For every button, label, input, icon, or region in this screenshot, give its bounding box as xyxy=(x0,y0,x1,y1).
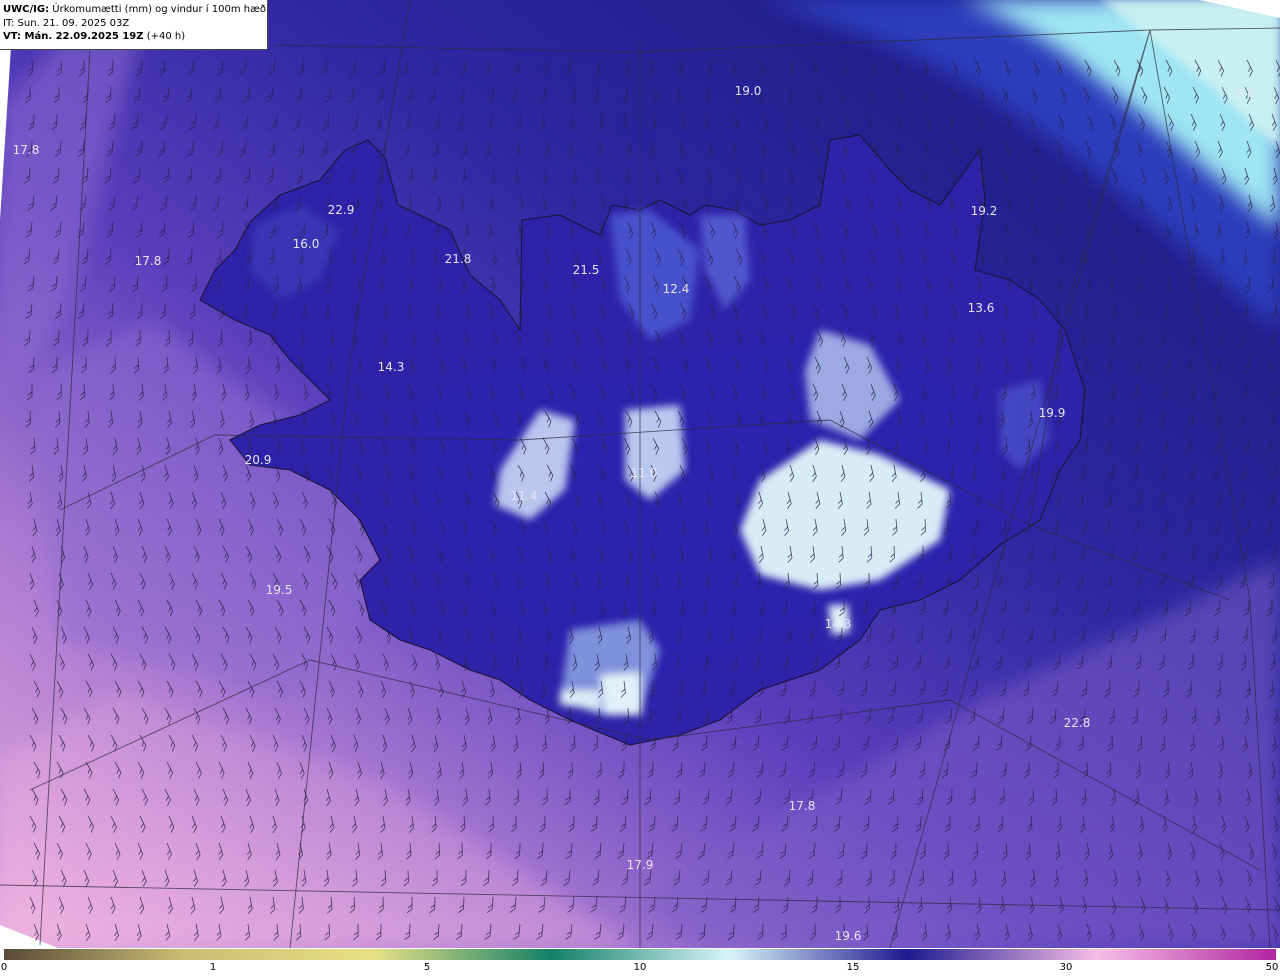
map-value-label: 22.9 xyxy=(327,203,355,217)
colorbar-strip xyxy=(4,949,1276,960)
map-value-label: 16.0 xyxy=(292,237,320,251)
colorbar-tick-label: 15 xyxy=(846,962,860,973)
map-value-label: 13.6 xyxy=(967,301,995,315)
map-value-label: 11.4 xyxy=(510,489,538,503)
colorbar-tick-label: 1 xyxy=(209,962,217,973)
colorbar-tick-label: 5 xyxy=(423,962,431,973)
cell-south-bright xyxy=(600,672,642,715)
map-value-label: 21.5 xyxy=(572,263,600,277)
colorbar-tick-label: 50 xyxy=(1265,962,1279,973)
valid-time-line: VT: Mán. 22.09.2025 19Z (+40 h) xyxy=(3,30,267,44)
map-value-label: 19.9 xyxy=(1038,406,1066,420)
map-value-label: 19.2 xyxy=(970,204,998,218)
map-value-label: 14.3 xyxy=(824,617,852,631)
map-value-label: 22.8 xyxy=(1063,716,1091,730)
map-value-label: 11.0 xyxy=(630,466,658,480)
product-code: UWC/IG: xyxy=(3,4,50,15)
map-value-label: 17.8 xyxy=(788,799,816,813)
lead-time: (+40 h) xyxy=(143,31,186,42)
map-value-label: 19.0 xyxy=(734,84,762,98)
map-value-label: 21.8 xyxy=(444,252,472,266)
map-value-label: 12.4 xyxy=(662,282,690,296)
colorbar-tick-label: 10 xyxy=(633,962,647,973)
map-value-label: 17.9 xyxy=(626,858,654,872)
map-value-label: 17.8 xyxy=(134,254,162,268)
map-value-label: 19.5 xyxy=(265,583,293,597)
colorbar-tick-label: 30 xyxy=(1059,962,1073,973)
map-value-label: 19.6 xyxy=(834,929,862,943)
colorbar: 0 1 5 10 15 30 50 xyxy=(0,948,1280,978)
colorbar-tick-label: 0 xyxy=(0,962,8,973)
map-title-box: UWC/IG: Úrkomumætti (mm) og vindur í 100… xyxy=(0,0,268,50)
map-value-label: 17.8 xyxy=(12,143,40,157)
init-time: IT: Sun. 21. 09. 2025 03Z xyxy=(3,17,130,29)
product-description: Úrkomumætti (mm) og vindur í 100m hæð xyxy=(49,4,267,15)
map-value-label: 14.3 xyxy=(377,360,405,374)
product-line: UWC/IG: Úrkomumætti (mm) og vindur í 100… xyxy=(3,3,267,17)
map-value-label: 20.9 xyxy=(244,453,272,467)
valid-time: VT: Mán. 22.09.2025 19Z xyxy=(3,31,144,42)
map-value-label: 8.8 xyxy=(1235,86,1255,100)
